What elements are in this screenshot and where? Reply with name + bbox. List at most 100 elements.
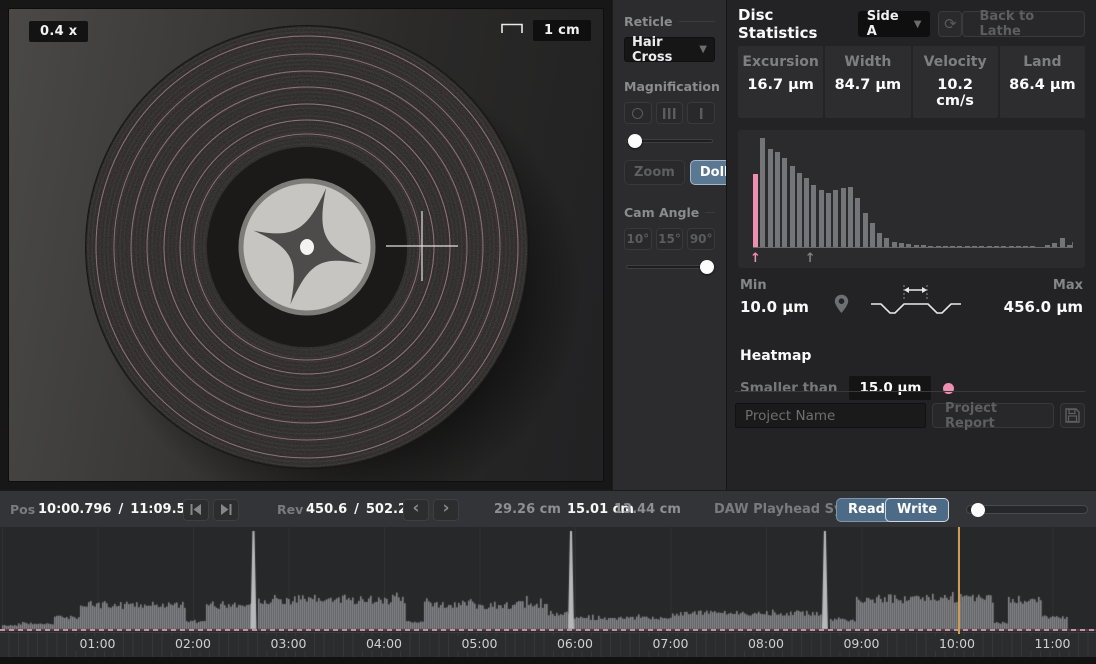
histogram-bar	[804, 178, 809, 247]
histogram-bar	[870, 223, 875, 247]
rev-total: 502.2	[366, 502, 407, 517]
viewport-canvas[interactable]: 0.4 x 1 cm	[8, 8, 604, 482]
next-rev-button[interactable]: ›	[433, 499, 459, 521]
transport-bar: Pos 10:00.796 / 11:09.559 Rev 450.6 / 50…	[0, 490, 1096, 527]
stat-card-width: Width84.7 µm	[825, 46, 910, 118]
time-tick-label: 04:00	[359, 636, 409, 651]
histogram-bar	[782, 158, 787, 247]
save-floppy-icon	[1065, 408, 1080, 423]
project-report-button[interactable]: Project Report	[932, 403, 1054, 428]
circle-icon	[632, 108, 643, 119]
waveform-canvas[interactable]	[0, 527, 1096, 632]
divider	[735, 391, 1085, 392]
cam-angle-90-button[interactable]: 90°	[687, 228, 715, 250]
refresh-stats-button[interactable]: ⟳	[938, 11, 962, 37]
timeline-zoom-slider[interactable]	[966, 505, 1088, 514]
spindle-hole	[300, 239, 314, 255]
histogram-bar	[760, 138, 765, 247]
magnification-slider-knob[interactable]	[628, 134, 642, 148]
mean-marker-icon: ↑	[805, 251, 816, 266]
time-ruler[interactable]: 01:00 02:00 03:00 04:00 05:00 06:00 07:00 08:00…	[0, 632, 1096, 657]
playhead-cursor[interactable]	[958, 527, 960, 634]
timeline-zoom-knob[interactable]	[971, 503, 985, 517]
histogram-bar	[833, 190, 838, 247]
pos-label: Pos	[10, 502, 35, 517]
mag-mode-triple-line-button[interactable]	[656, 102, 684, 124]
groove-width-icon	[857, 282, 975, 322]
heatmap-threshold-input[interactable]: 15.0 µm	[849, 376, 931, 400]
time-tick-label: 07:00	[645, 636, 695, 651]
save-project-button[interactable]	[1060, 403, 1085, 428]
prev-rev-button[interactable]: ‹	[403, 499, 429, 521]
reticle-dropdown[interactable]: Hair Cross ▼	[624, 37, 715, 62]
magnification-section-title: Magnification	[624, 79, 715, 94]
histogram-bar	[768, 149, 773, 247]
side-selector-dropdown[interactable]: Side A ▼	[858, 11, 931, 37]
back-to-lathe-button[interactable]: Back to Lathe	[962, 11, 1085, 37]
min-stat: Min 10.0 µm	[740, 278, 832, 316]
histogram-bar	[855, 198, 860, 247]
time-tick-label: 11:00	[1027, 636, 1077, 651]
refresh-icon: ⟳	[944, 15, 957, 33]
time-tick-label: 10:00	[932, 636, 982, 651]
heatmap-condition-label: Smaller than	[740, 380, 837, 396]
groove-profile-graphic	[857, 282, 975, 326]
side-selected-value: Side A	[867, 9, 906, 39]
position-current: 10:00.796	[38, 502, 111, 517]
cam-angle-10-button[interactable]: 10°	[624, 228, 652, 250]
disc-3d-viewport[interactable]: 0.4 x 1 cm	[0, 0, 612, 490]
view-controls-panel: Reticle Hair Cross ▼ Magnification	[612, 0, 726, 490]
histogram-bar	[797, 173, 802, 247]
vinyl-disc-render[interactable]	[9, 9, 603, 481]
single-bar-icon	[700, 108, 703, 119]
cam-angle-slider-knob[interactable]	[700, 260, 714, 274]
skip-to-end-button[interactable]	[213, 499, 239, 521]
chevron-left-icon: ‹	[412, 500, 419, 519]
mag-mode-circle-button[interactable]	[624, 102, 652, 124]
mag-mode-single-line-button[interactable]	[687, 102, 715, 124]
scale-value-badge: 1 cm	[533, 20, 591, 41]
stat-card-excursion: Excursion16.7 µm	[738, 46, 823, 118]
cam-angle-slider[interactable]	[626, 260, 713, 274]
project-name-input[interactable]	[735, 403, 926, 428]
time-tick-label: 02:00	[168, 636, 218, 651]
time-tick-label: 05:00	[454, 636, 504, 651]
pick-location-button[interactable]	[834, 294, 849, 318]
daw-write-button[interactable]: Write	[885, 498, 949, 522]
time-tick-label: 08:00	[741, 636, 791, 651]
max-stat: Max 456.0 µm	[991, 278, 1083, 316]
histogram-bar	[826, 193, 831, 248]
histogram-bar	[1060, 238, 1065, 247]
histogram-bar-highlight	[753, 174, 758, 247]
time-tick-label: 01:00	[72, 636, 122, 651]
chevron-down-icon: ▼	[914, 19, 922, 30]
waveform-timeline[interactable]	[0, 527, 1096, 632]
skip-start-icon	[190, 504, 202, 515]
histogram-bar	[863, 213, 868, 247]
chevron-right-icon: ›	[442, 500, 449, 519]
histogram-bar	[841, 188, 846, 247]
histogram-bar	[819, 190, 824, 247]
rev-current: 450.6	[306, 502, 347, 517]
histogram-axis	[753, 247, 1073, 248]
histogram-bar	[884, 238, 889, 247]
min-threshold-marker-icon[interactable]: ↑	[750, 251, 761, 266]
time-tick-label: 03:00	[263, 636, 313, 651]
cam-angle-15-button[interactable]: 15°	[656, 228, 684, 250]
skip-to-start-button[interactable]	[183, 499, 209, 521]
heatmap-section: Heatmap Smaller than 15.0 µm	[740, 348, 1083, 400]
rev-label: Rev	[277, 502, 303, 517]
bottom-strip	[0, 657, 1096, 664]
radius-inner: 13.44 cm	[614, 502, 681, 517]
histogram-bar	[790, 166, 795, 247]
triple-bars-icon	[663, 108, 676, 119]
cam-angle-section-title: Cam Angle	[624, 205, 715, 220]
heatmap-baseline-strip	[0, 629, 1096, 631]
histogram-bar	[811, 185, 816, 247]
location-pin-icon	[834, 294, 849, 314]
zoom-mode-button[interactable]: Zoom	[624, 160, 685, 185]
skip-end-icon	[220, 504, 232, 515]
histogram-bar	[848, 187, 853, 247]
time-tick-label: 06:00	[550, 636, 600, 651]
magnification-slider[interactable]	[626, 134, 713, 148]
